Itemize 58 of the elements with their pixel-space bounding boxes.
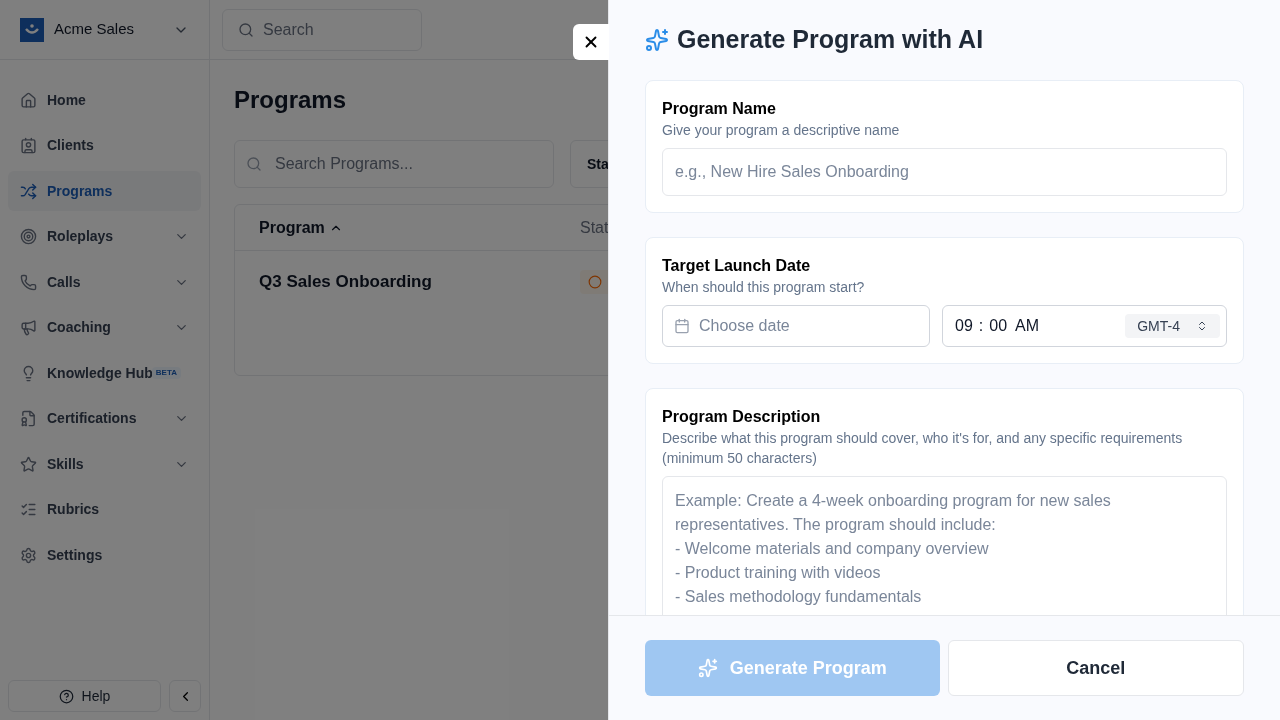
description-field[interactable]: Example: Create a 4-week onboarding program for new sales representatives. The program should include: - Welcome materials and company overview - Product training with videos - Sales methodology fundamentals <box>662 476 1227 615</box>
hour-value[interactable]: 09 <box>955 314 973 338</box>
sidebar-item[interactable]: Roleplays <box>8 216 201 257</box>
target-icon <box>20 228 37 245</box>
field-hint: Describe what this program should cover, who it's for, and any specific requirements (minimum 50 characters) <box>662 429 1184 468</box>
calendar-icon <box>674 318 690 334</box>
sidebar-item[interactable]: Settings <box>8 535 201 575</box>
sidebar-item[interactable]: Coaching <box>8 307 201 348</box>
field-label: Program Name <box>662 99 777 119</box>
cancel-button[interactable]: Cancel <box>947 640 1244 696</box>
search-field[interactable]: Search Programs... <box>234 140 554 188</box>
sidebar-item[interactable]: Certifications <box>8 398 201 439</box>
sparkles-icon <box>645 28 669 52</box>
search-icon <box>238 21 254 38</box>
checklist-icon <box>20 501 37 518</box>
logo-icon <box>20 17 44 42</box>
input-field[interactable]: e.g., New Hire Sales Onboarding <box>662 148 1227 196</box>
contact-card-icon <box>20 137 37 154</box>
field-label: Program Description <box>662 407 822 427</box>
collapse-button[interactable] <box>169 680 201 712</box>
column-header[interactable]: Program <box>259 215 580 240</box>
workspace-name: Acme Sales <box>54 19 136 40</box>
field-hint: Give your program a descriptive name <box>662 121 901 140</box>
help-icon <box>58 688 74 704</box>
sidebar-item[interactable]: Knowledge Hub BETA <box>8 353 201 393</box>
help-button[interactable]: Help <box>8 680 161 712</box>
beta-badge: BETA <box>151 367 181 379</box>
column-header[interactable]: Stat <box>580 215 608 240</box>
field-label: Target Launch Date <box>662 256 812 276</box>
megaphone-icon <box>20 319 37 336</box>
timezone-select[interactable]: GMT-4 <box>1125 314 1220 338</box>
page-title: Programs <box>234 85 348 115</box>
sidebar-item[interactable]: Home <box>8 80 201 120</box>
period-value[interactable]: AM <box>1015 314 1040 338</box>
date-field[interactable]: Choose date <box>662 305 930 347</box>
sidebar-item[interactable]: Calls <box>8 262 201 302</box>
document-icon <box>20 410 37 427</box>
settings-icon <box>20 546 37 564</box>
star-icon <box>20 455 37 473</box>
search-icon <box>246 156 262 172</box>
field-hint: When should this program start? <box>662 278 866 297</box>
crossed-arrows-icon <box>20 182 37 200</box>
search-field[interactable]: Search <box>222 8 422 51</box>
sparkles-icon <box>697 658 718 678</box>
time-separator: : <box>978 316 984 336</box>
circle-icon <box>588 275 602 289</box>
minute-value[interactable]: 00 <box>989 314 1008 338</box>
sidebar-item[interactable]: Programs <box>8 171 201 211</box>
sidebar-item[interactable]: Skills <box>8 444 201 484</box>
dialog-title: Generate Program with AI <box>677 24 984 56</box>
up-down-icon <box>1196 320 1208 332</box>
table-cell-text: Q3 Sales Onboarding <box>259 271 433 294</box>
phone-icon <box>20 273 37 291</box>
close-button[interactable] <box>573 24 609 60</box>
time-field[interactable]: 09 : 00 AM GMT-4 <box>942 305 1227 347</box>
sidebar-item[interactable]: Clients <box>8 125 201 166</box>
house-icon <box>20 91 37 109</box>
sidebar-item[interactable]: Rubrics <box>8 489 201 530</box>
